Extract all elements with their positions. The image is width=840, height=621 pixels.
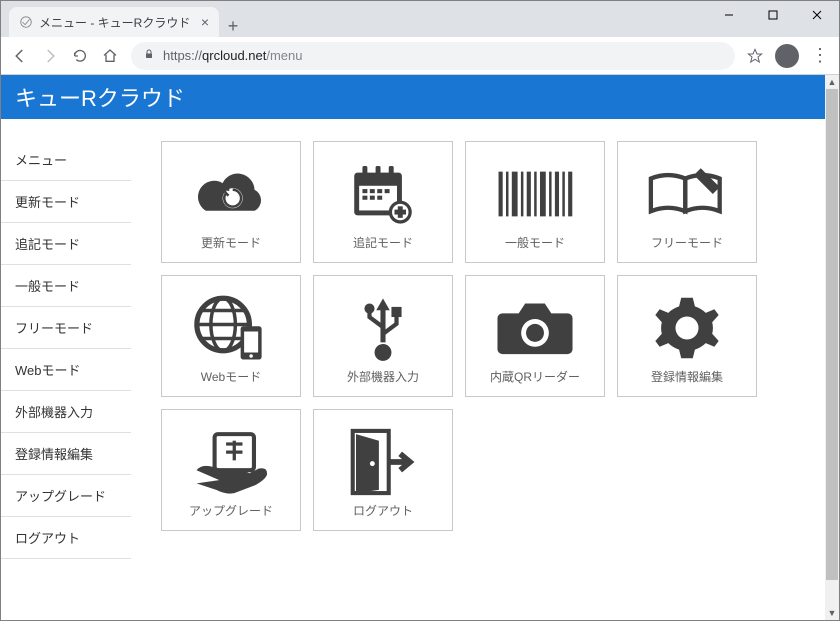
sidebar-item-label: Webモード <box>15 363 81 378</box>
tile-label: フリーモード <box>651 234 723 251</box>
home-button[interactable] <box>101 47 119 65</box>
sidebar-item-label: 外部機器入力 <box>15 405 93 420</box>
sidebar-item-logout[interactable]: ログアウト <box>1 517 131 559</box>
window-controls <box>707 1 839 29</box>
tile-label: 登録情報編集 <box>651 368 723 385</box>
url-scheme: https:// <box>163 48 202 63</box>
scrollbar-thumb[interactable] <box>826 89 838 580</box>
sidebar-item-general-mode[interactable]: 一般モード <box>1 265 131 307</box>
sidebar-item-web-mode[interactable]: Webモード <box>1 349 131 391</box>
sidebar-item-label: 更新モード <box>15 195 80 210</box>
sidebar-item-label: メニュー <box>15 153 67 168</box>
sidebar-item-label: ログアウト <box>15 531 80 546</box>
sidebar-item-append-mode[interactable]: 追記モード <box>1 223 131 265</box>
tile-free-mode[interactable]: フリーモード <box>617 141 757 263</box>
tile-label: 追記モード <box>353 234 413 251</box>
address-bar[interactable]: https://qrcloud.net/menu <box>131 42 735 70</box>
tile-append-mode[interactable]: 追記モード <box>313 141 453 263</box>
minimize-button[interactable] <box>707 1 751 29</box>
tile-web-mode[interactable]: Webモード <box>161 275 301 397</box>
tab-favicon-icon <box>19 15 33 29</box>
tile-edit-registration[interactable]: 登録情報編集 <box>617 275 757 397</box>
barcode-icon <box>493 154 577 234</box>
globe-mobile-icon <box>191 288 271 368</box>
tab-close-icon[interactable]: × <box>201 14 209 30</box>
book-edit-icon <box>644 154 730 234</box>
new-tab-button[interactable]: + <box>219 16 247 37</box>
browser-menu-icon[interactable]: ⋮ <box>811 45 829 66</box>
tab-title: メニュー - キューRクラウド <box>39 14 195 31</box>
tile-label: ログアウト <box>353 502 413 519</box>
forward-button[interactable] <box>41 47 59 65</box>
close-window-button[interactable] <box>795 1 839 29</box>
sidebar-item-free-mode[interactable]: フリーモード <box>1 307 131 349</box>
url-host: qrcloud.net <box>202 48 266 63</box>
sidebar-item-label: 追記モード <box>15 237 80 252</box>
tile-update-mode[interactable]: 更新モード <box>161 141 301 263</box>
cloud-refresh-icon <box>189 154 273 234</box>
tile-label: 外部機器入力 <box>347 368 419 385</box>
tab-bar: メニュー - キューRクラウド × + <box>1 1 839 37</box>
back-button[interactable] <box>11 47 29 65</box>
tile-label: 更新モード <box>201 234 261 251</box>
main-panel: 更新モード 追記モード 一般モード <box>131 119 781 559</box>
url-path: /menu <box>266 48 302 63</box>
tile-logout[interactable]: ログアウト <box>313 409 453 531</box>
sidebar-item-label: 登録情報編集 <box>15 447 93 462</box>
tile-external-input[interactable]: 外部機器入力 <box>313 275 453 397</box>
browser-chrome: メニュー - キューRクラウド × + https://qrcloud.net/… <box>1 1 839 75</box>
browser-toolbar: https://qrcloud.net/menu ⋮ <box>1 37 839 75</box>
maximize-button[interactable] <box>751 1 795 29</box>
sidebar-item-edit-registration[interactable]: 登録情報編集 <box>1 433 131 475</box>
sidebar-item-label: アップグレード <box>15 489 106 504</box>
tile-label: 内蔵QRリーダー <box>490 368 580 385</box>
scroll-up-icon[interactable]: ▲ <box>825 75 839 89</box>
tile-label: 一般モード <box>505 234 565 251</box>
sidebar-item-label: フリーモード <box>15 321 93 336</box>
tile-grid: 更新モード 追記モード 一般モード <box>161 141 781 531</box>
profile-avatar-icon[interactable] <box>775 44 799 68</box>
vertical-scrollbar[interactable]: ▲ ▼ <box>825 75 839 620</box>
sidebar-item-label: 一般モード <box>15 279 80 294</box>
sidebar-item-external-input[interactable]: 外部機器入力 <box>1 391 131 433</box>
browser-tab[interactable]: メニュー - キューRクラウド × <box>9 7 219 37</box>
page-viewport: キューRクラウド メニュー 更新モード 追記モード 一般モード フリーモード W… <box>1 75 839 620</box>
gear-icon <box>651 288 723 368</box>
tile-upgrade[interactable]: アップグレード <box>161 409 301 531</box>
hand-money-icon <box>190 422 272 502</box>
sidebar-item-upgrade[interactable]: アップグレード <box>1 475 131 517</box>
tile-label: Webモード <box>201 368 261 385</box>
bookmark-star-icon[interactable] <box>747 48 763 64</box>
usb-icon <box>353 288 413 368</box>
content-area: メニュー 更新モード 追記モード 一般モード フリーモード Webモード 外部機… <box>1 119 839 559</box>
app-title: キューRクラウド <box>15 81 185 113</box>
tile-qr-reader[interactable]: 内蔵QRリーダー <box>465 275 605 397</box>
sidebar-item-menu[interactable]: メニュー <box>1 139 131 181</box>
reload-button[interactable] <box>71 47 89 65</box>
url-text: https://qrcloud.net/menu <box>163 48 303 63</box>
calendar-add-icon <box>346 154 420 234</box>
sidebar: メニュー 更新モード 追記モード 一般モード フリーモード Webモード 外部機… <box>1 119 131 559</box>
lock-icon <box>143 48 155 63</box>
exit-icon <box>346 422 420 502</box>
scroll-down-icon[interactable]: ▼ <box>825 606 839 620</box>
tile-label: アップグレード <box>189 502 273 519</box>
tile-general-mode[interactable]: 一般モード <box>465 141 605 263</box>
app-header: キューRクラウド <box>1 75 839 119</box>
sidebar-item-update-mode[interactable]: 更新モード <box>1 181 131 223</box>
camera-icon <box>494 288 576 368</box>
